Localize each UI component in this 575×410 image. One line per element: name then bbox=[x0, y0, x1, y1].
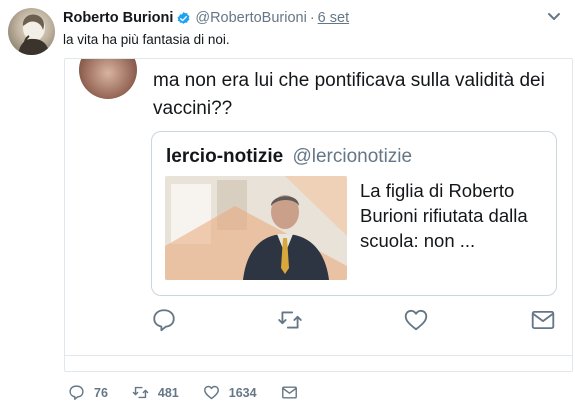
reply-button[interactable]: 76 bbox=[68, 384, 108, 401]
reply-icon bbox=[151, 307, 177, 333]
author-name[interactable]: Roberto Burioni bbox=[63, 10, 173, 26]
quoted-header: lercio-notizie @lercionotizie bbox=[166, 146, 412, 168]
quoted-card[interactable]: lercio-notizie @lercionotizie La figlia … bbox=[151, 131, 557, 296]
embedded-tweet-text: ma non era lui che pontificava sulla val… bbox=[153, 70, 545, 119]
quoted-handle: @lercionotizie bbox=[292, 146, 413, 167]
like-button[interactable]: 1634 bbox=[203, 384, 257, 401]
author-avatar[interactable] bbox=[8, 8, 55, 55]
quoted-body-text: La figlia di Roberto Burioni rifiutata d… bbox=[360, 180, 528, 251]
quoted-name: lercio-notizie bbox=[166, 146, 284, 167]
message-icon bbox=[281, 386, 297, 399]
tweet-date[interactable]: 6 set bbox=[318, 10, 349, 26]
retweet-count: 481 bbox=[157, 385, 179, 400]
like-count: 1634 bbox=[228, 385, 257, 400]
reply-icon bbox=[69, 385, 84, 400]
message-button[interactable] bbox=[281, 384, 307, 401]
embedded-avatar bbox=[79, 59, 137, 99]
tweet-actions: 76 481 1634 bbox=[68, 384, 331, 401]
chevron-down-icon[interactable] bbox=[547, 12, 561, 22]
like-icon bbox=[403, 307, 429, 333]
retweet-icon bbox=[132, 386, 149, 399]
embedded-divider bbox=[65, 355, 572, 356]
embedded-actions bbox=[65, 307, 572, 337]
tweet-text: la vita ha più fantasia di noi. bbox=[63, 32, 230, 47]
quoted-thumbnail bbox=[165, 176, 347, 280]
embedded-screenshot[interactable]: ma non era lui che pontificava sulla val… bbox=[64, 58, 573, 372]
author-handle[interactable]: @RobertoBurioni bbox=[195, 10, 306, 26]
like-icon bbox=[203, 385, 219, 400]
message-icon bbox=[530, 307, 556, 333]
reply-count: 76 bbox=[94, 385, 108, 400]
verified-badge-icon bbox=[177, 11, 190, 24]
retweet-button[interactable]: 481 bbox=[132, 384, 179, 401]
tweet-header: Roberto Burioni @RobertoBurioni · 6 set bbox=[63, 10, 349, 26]
retweet-icon bbox=[277, 307, 303, 333]
separator-dot: · bbox=[309, 10, 315, 26]
